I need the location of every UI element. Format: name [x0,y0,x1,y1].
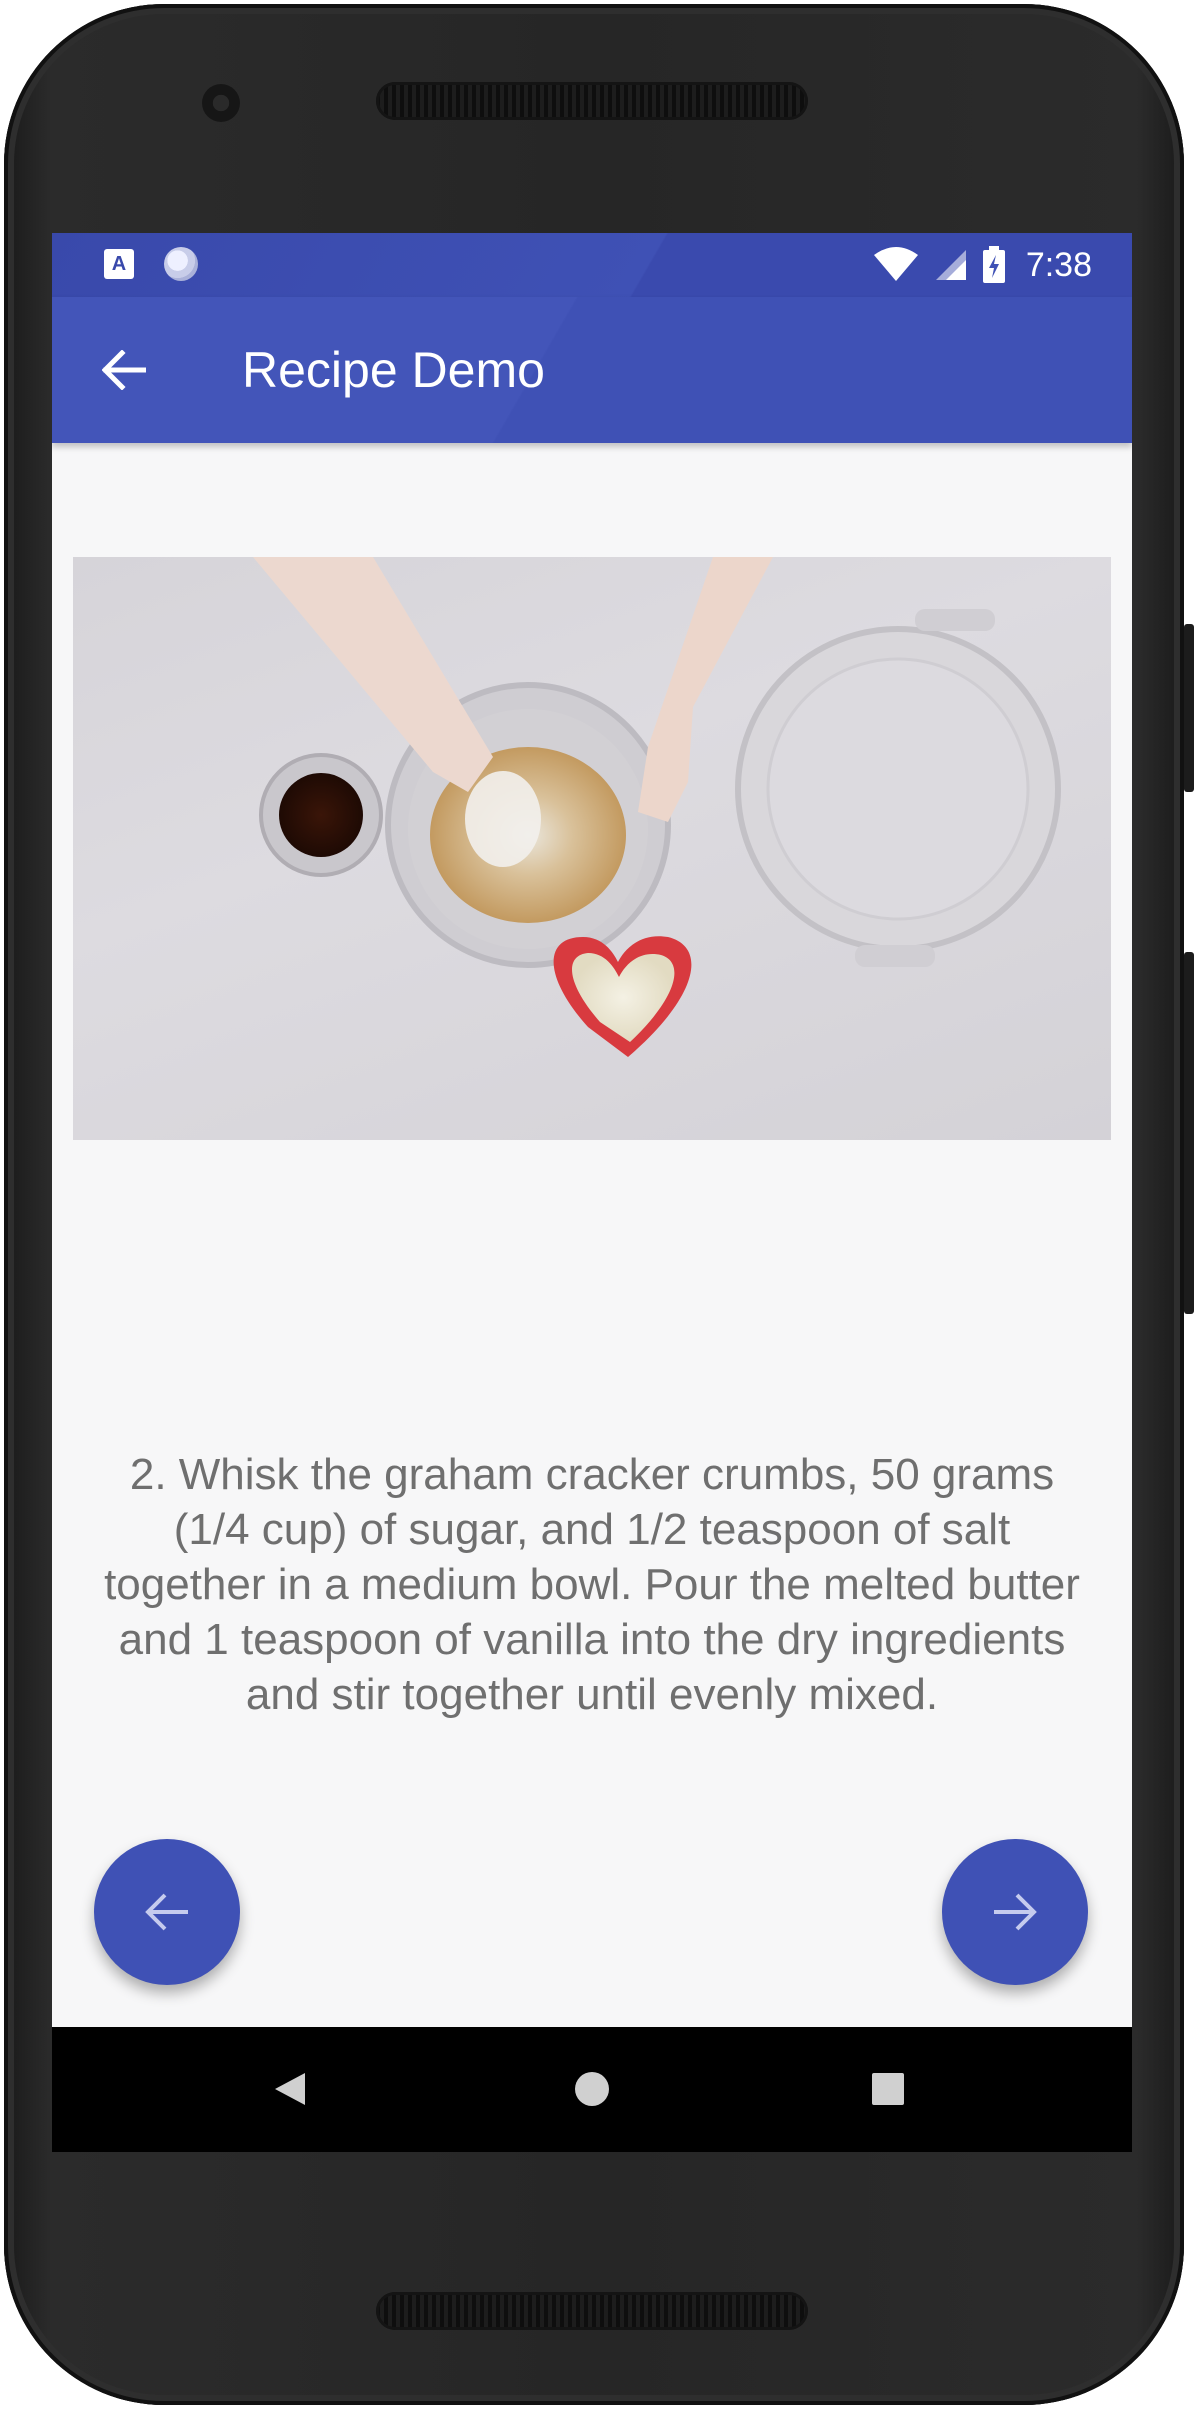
nav-back-button[interactable] [260,2059,320,2119]
arrow-right-icon [994,1893,1037,1931]
status-time: 7:38 [1025,245,1092,284]
next-step-button[interactable] [942,1839,1088,1985]
nav-recents-button[interactable] [858,2059,918,2119]
top-speaker [376,82,808,120]
status-right: 7:38 [872,233,1092,297]
recipe-step-illustration [253,557,1061,1057]
bottom-speaker [376,2292,808,2330]
step-instruction: 2. Whisk the graham cracker crumbs, 50 g… [104,1450,1080,1719]
nav-home-icon [575,2072,609,2106]
nav-back-icon [275,2073,305,2105]
cell-signal-icon [935,250,966,280]
sync-icon [164,247,198,281]
arrow-left-icon [145,1893,188,1931]
system-nav-bar [52,2027,1132,2152]
wifi-icon [873,247,918,281]
screen: A 7:38 Recipe Demo 2. Whisk the graham c… [52,233,1132,2152]
previous-step-button[interactable] [94,1839,240,1985]
front-camera [202,84,240,122]
volume-button [1184,952,1194,1314]
power-button [1184,624,1194,792]
recipe-step-video[interactable] [73,557,1111,1140]
back-button[interactable] [92,338,156,402]
status-bar: A 7:38 [52,233,1132,297]
text-a-icon: A [104,249,134,279]
page-title: Recipe Demo [242,342,545,398]
notification-letter: A [111,253,127,275]
nav-home-button[interactable] [562,2059,622,2119]
phone-frame: A 7:38 Recipe Demo 2. Whisk the graham c… [0,0,1194,2409]
app-toolbar: Recipe Demo [52,297,1132,443]
arrow-back-icon [102,350,146,390]
battery-charging-icon [982,246,1005,283]
nav-recents-icon [872,2073,904,2105]
